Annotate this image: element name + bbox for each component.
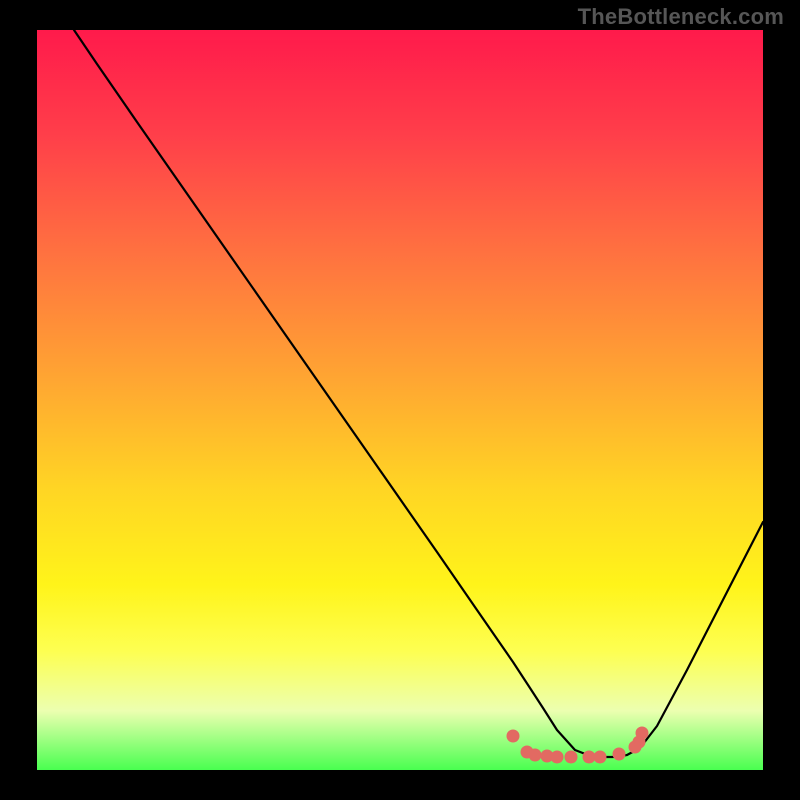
marker-group: [507, 727, 649, 764]
curve-marker: [613, 748, 626, 761]
bottleneck-curve: [74, 30, 763, 757]
curve-marker: [551, 751, 564, 764]
curve-layer: [37, 30, 763, 770]
plot-area: [37, 30, 763, 770]
curve-marker: [636, 727, 649, 740]
curve-marker: [594, 751, 607, 764]
curve-marker: [507, 730, 520, 743]
chart-frame: TheBottleneck.com: [0, 0, 800, 800]
attribution-label: TheBottleneck.com: [578, 4, 784, 30]
curve-marker: [565, 751, 578, 764]
curve-marker: [529, 749, 542, 762]
